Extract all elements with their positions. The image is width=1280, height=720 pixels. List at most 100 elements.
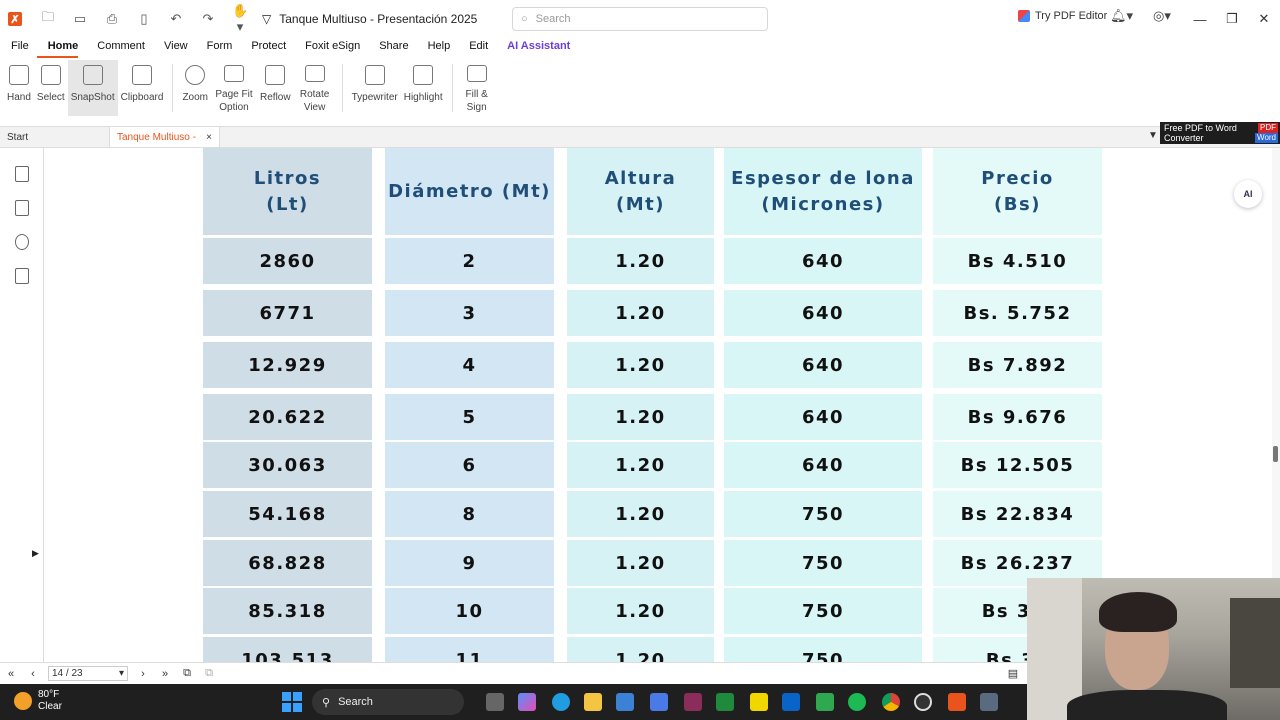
minimize-icon[interactable]: — — [1184, 0, 1216, 38]
foxit-taskbar-icon[interactable] — [948, 693, 966, 711]
bookmark-icon[interactable] — [14, 166, 29, 182]
pdf-to-word-promo[interactable]: Free PDF to Word Converter PDF Word — [1160, 122, 1280, 144]
page-fit-option-button[interactable]: Page Fit Option — [211, 60, 257, 116]
menu-home[interactable]: Home — [36, 40, 79, 58]
outlook-icon[interactable] — [782, 693, 800, 711]
file-explorer-icon[interactable] — [584, 693, 602, 711]
new-doc-icon[interactable]: ▯ — [136, 11, 152, 27]
winrar-icon[interactable] — [684, 693, 702, 711]
snapshot-tool-button[interactable]: SnapShot — [67, 60, 118, 116]
page-number-field[interactable]: 14 / 23 ▾ — [48, 666, 128, 681]
cell-diametro: 4 — [385, 342, 554, 388]
cell-espesor: 640 — [724, 342, 922, 388]
menu-foxit-esign[interactable]: Foxit eSign — [294, 40, 360, 58]
windows-start-icon[interactable] — [282, 692, 302, 712]
print-icon[interactable]: ⎙ — [104, 11, 120, 27]
taskbar-search[interactable]: ⚲ Search — [312, 689, 464, 715]
close-icon[interactable]: ✕ — [1248, 0, 1280, 38]
scrollbar-thumb[interactable] — [1273, 446, 1278, 462]
snapshot-icon — [82, 65, 103, 85]
menu-view[interactable]: View — [153, 40, 188, 58]
weather-widget[interactable]: 80°F Clear — [14, 689, 62, 713]
last-page-icon[interactable]: » — [154, 668, 176, 680]
first-page-icon[interactable]: « — [0, 668, 22, 680]
hand-label: Hand — [7, 92, 31, 103]
menu-form[interactable]: Form — [196, 40, 233, 58]
taskbar-search-label: Search — [338, 696, 373, 708]
typewriter-button[interactable]: Typewriter — [349, 60, 401, 116]
ribbon-toolbar: Hand Select SnapShot Clipboard Zoom Page… — [0, 60, 1280, 118]
reflow-button[interactable]: Reflow — [257, 60, 294, 116]
tab-document[interactable]: Tanque Multiuso - ... × — [110, 127, 220, 154]
undo-icon[interactable]: ↶ — [168, 11, 184, 27]
open-folder-icon[interactable]: 🗀 — [40, 8, 56, 30]
cell-diametro: 5 — [385, 394, 554, 440]
comments-icon[interactable] — [14, 234, 29, 250]
weather-sun-icon — [14, 692, 32, 710]
media-player-icon[interactable] — [816, 693, 834, 711]
foxit-logo-icon[interactable]: ✗ — [8, 12, 22, 26]
menu-help[interactable]: Help — [417, 40, 451, 58]
redo-icon[interactable]: ↷ — [200, 11, 216, 27]
zoom-button[interactable]: Zoom — [179, 60, 211, 116]
menu-file[interactable]: File — [0, 40, 29, 58]
page-dropdown-icon: ▾ — [118, 668, 124, 679]
save-icon[interactable]: ▭ — [72, 11, 88, 27]
rotate-view-label: Rotate View — [299, 89, 330, 113]
menu-share[interactable]: Share — [368, 40, 408, 58]
account-icon[interactable]: ◎▾ — [1153, 8, 1171, 24]
menu-protect[interactable]: Protect — [240, 40, 286, 58]
rotate-view-button[interactable]: Rotate View — [294, 60, 336, 116]
chrome-icon[interactable] — [882, 693, 900, 711]
calculator-icon[interactable] — [980, 693, 998, 711]
restore-icon[interactable]: ❐ — [1216, 0, 1248, 38]
hand-tool-button[interactable]: Hand — [4, 60, 34, 116]
page-copy-icon[interactable]: ⧉ — [176, 667, 198, 680]
promo-word-badge: Word — [1255, 133, 1278, 143]
menu-ai-assistant[interactable]: AI Assistant — [496, 40, 570, 58]
attachment-icon[interactable] — [14, 268, 29, 284]
webcam-person-shirt — [1067, 690, 1227, 720]
bell-icon[interactable]: 🔔︎▾ — [1110, 8, 1133, 24]
view-mode-icon[interactable]: ▤ — [1002, 667, 1024, 680]
docs-icon[interactable] — [650, 693, 668, 711]
spotify-icon[interactable] — [848, 693, 866, 711]
previous-page-icon[interactable]: ‹ — [22, 668, 44, 680]
cell-diametro: 2 — [385, 238, 554, 284]
fill-sign-label: Fill & Sign — [465, 89, 488, 113]
copilot-icon[interactable] — [518, 693, 536, 711]
cell-altura: 1.20 — [567, 342, 714, 388]
stocks-icon[interactable] — [716, 693, 734, 711]
search-icon: ○ — [521, 13, 528, 25]
tab-close-icon[interactable]: × — [206, 132, 212, 143]
hand-tool-icon[interactable]: ✋▾ — [232, 3, 248, 35]
try-pdf-editor-button[interactable]: Try PDF Editor — [1018, 10, 1107, 22]
select-tool-button[interactable]: Select — [34, 60, 68, 116]
highlight-button[interactable]: Highlight — [401, 60, 446, 116]
obs-icon[interactable] — [914, 693, 932, 711]
pages-icon[interactable] — [14, 200, 29, 216]
title-right-actions: 🔔︎▾ ◎▾ — [1110, 8, 1171, 24]
cell-litros: 20.622 — [203, 394, 372, 440]
tab-start[interactable]: Start — [0, 127, 110, 147]
task-view-icon[interactable] — [486, 693, 504, 711]
cell-precio: Bs 9.676 — [933, 394, 1102, 440]
title-bar: ✗ 🗀 ▭ ⎙ ▯ ↶ ↷ ✋▾ ▽ Tanque Multiuso - Pre… — [0, 0, 1280, 38]
cell-precio: Bs 12.505 — [933, 442, 1102, 488]
store-icon[interactable] — [616, 693, 634, 711]
snapshot-label: SnapShot — [70, 92, 115, 103]
search-input[interactable]: ○ Search — [512, 7, 768, 31]
cell-altura: 1.20 — [567, 491, 714, 537]
exness-icon[interactable] — [750, 693, 768, 711]
next-page-icon[interactable]: › — [132, 668, 154, 680]
ai-assistant-fab[interactable]: AI — [1234, 180, 1262, 208]
tab-list-chevron-icon[interactable]: ▼ — [1148, 130, 1158, 141]
menu-comment[interactable]: Comment — [86, 40, 145, 58]
clipboard-button[interactable]: Clipboard — [118, 60, 167, 116]
fill-sign-button[interactable]: Fill & Sign — [459, 60, 495, 116]
expand-panel-icon[interactable]: ▶ — [32, 548, 39, 559]
chevron-down-icon[interactable]: ▽ — [262, 12, 271, 26]
page-view-icon[interactable]: ⧉ — [198, 667, 220, 680]
edge-icon[interactable] — [552, 693, 570, 711]
menu-edit[interactable]: Edit — [458, 40, 488, 58]
